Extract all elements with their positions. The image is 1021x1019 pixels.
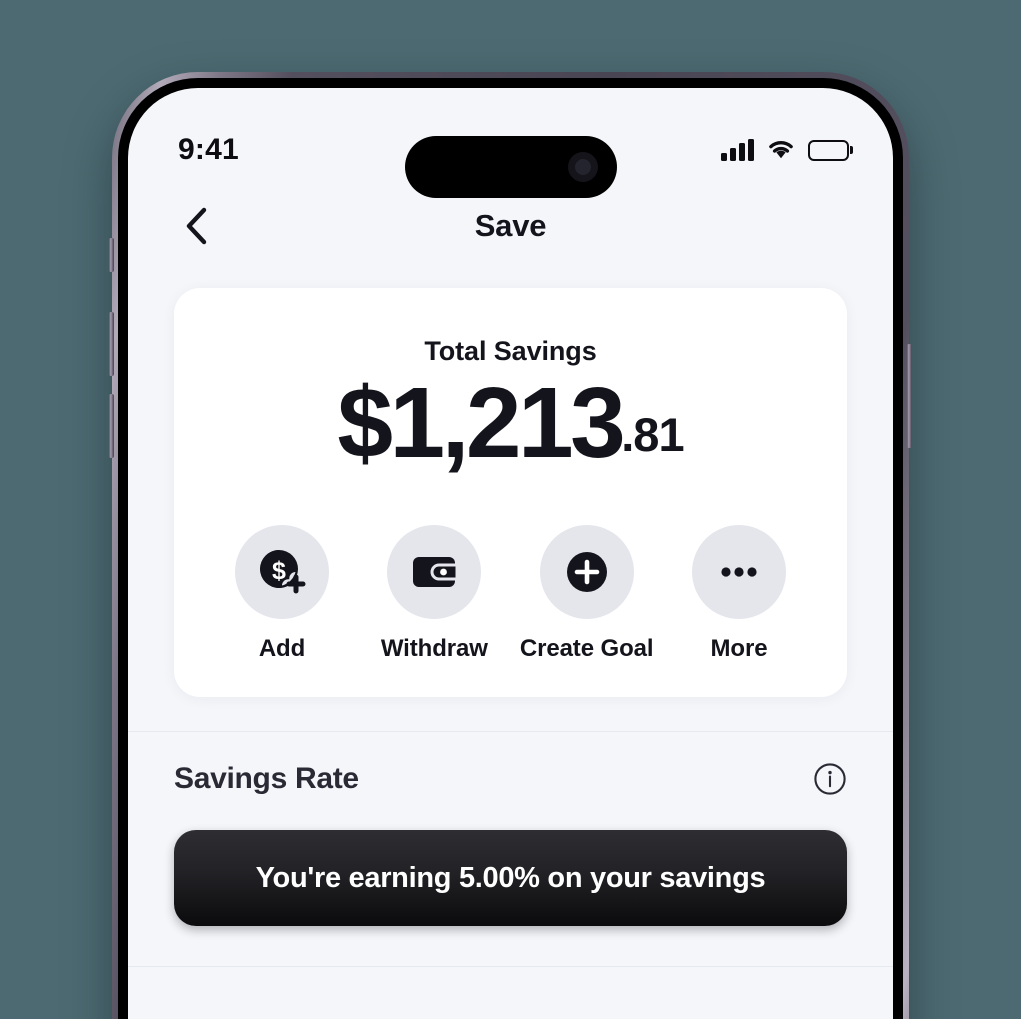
total-savings-label: Total Savings bbox=[424, 336, 597, 366]
front-camera-lens-icon bbox=[567, 152, 598, 182]
volume-down-button[interactable] bbox=[109, 394, 114, 458]
signal-bars-icon bbox=[721, 139, 754, 161]
coin-dollar-plus-icon: $ bbox=[260, 550, 306, 594]
action-add-label: Add bbox=[258, 635, 306, 662]
action-more-icon-bg bbox=[691, 525, 786, 619]
action-create-goal-label: Create Goal bbox=[519, 635, 654, 662]
navigation-bar: Save bbox=[128, 182, 893, 270]
savings-rate-header: Savings Rate bbox=[128, 732, 893, 796]
action-withdraw-icon-bg bbox=[387, 525, 482, 619]
status-bar-indicators bbox=[721, 137, 849, 164]
plus-circle-icon bbox=[566, 552, 607, 592]
quick-actions-row: $ Add Withdraw Create Goal More bbox=[204, 525, 817, 663]
power-button[interactable] bbox=[907, 344, 912, 448]
battery-full-icon bbox=[808, 139, 849, 161]
phone-bezel: 9:41 Save Total Savings $1,213.81 $ Add … bbox=[118, 78, 903, 1019]
wifi-icon bbox=[766, 137, 796, 164]
ellipsis-icon bbox=[721, 567, 757, 577]
wallet-icon bbox=[413, 557, 459, 587]
screenshot-stage: 9:41 Save Total Savings $1,213.81 $ Add … bbox=[0, 0, 1021, 1019]
amount-whole: $1,213 bbox=[337, 367, 625, 479]
section-divider-bottom bbox=[128, 966, 893, 967]
action-create-goal[interactable]: Create Goal bbox=[517, 525, 657, 663]
action-more-label: More bbox=[710, 635, 768, 662]
savings-rate-banner[interactable]: You're earning 5.00% on your savings bbox=[174, 830, 847, 926]
silent-switch-button[interactable] bbox=[109, 238, 114, 272]
savings-rate-info-button[interactable] bbox=[813, 762, 847, 796]
action-create-goal-icon-bg bbox=[539, 525, 634, 619]
volume-up-button[interactable] bbox=[109, 312, 114, 376]
status-bar-clock: 9:41 bbox=[178, 133, 239, 166]
amount-cents: .81 bbox=[621, 407, 684, 461]
phone-device-frame: 9:41 Save Total Savings $1,213.81 $ Add … bbox=[109, 72, 912, 1019]
action-more[interactable]: More bbox=[669, 525, 809, 663]
phone-screen: 9:41 Save Total Savings $1,213.81 $ Add … bbox=[128, 88, 893, 1019]
savings-rate-banner-text: You're earning 5.00% on your savings bbox=[255, 861, 766, 894]
action-add[interactable]: $ Add bbox=[212, 525, 352, 663]
page-title: Save bbox=[474, 208, 547, 243]
info-circle-icon bbox=[814, 763, 846, 795]
action-withdraw-label: Withdraw bbox=[380, 635, 488, 662]
total-savings-amount: $1,213.81 bbox=[204, 373, 817, 473]
status-bar: 9:41 bbox=[128, 88, 893, 198]
total-savings-card: Total Savings $1,213.81 $ Add Withdraw C… bbox=[174, 288, 847, 697]
savings-rate-title: Savings Rate bbox=[174, 762, 359, 795]
svg-text:$: $ bbox=[272, 557, 286, 585]
action-withdraw[interactable]: Withdraw bbox=[364, 525, 504, 663]
action-add-icon-bg: $ bbox=[235, 525, 329, 619]
